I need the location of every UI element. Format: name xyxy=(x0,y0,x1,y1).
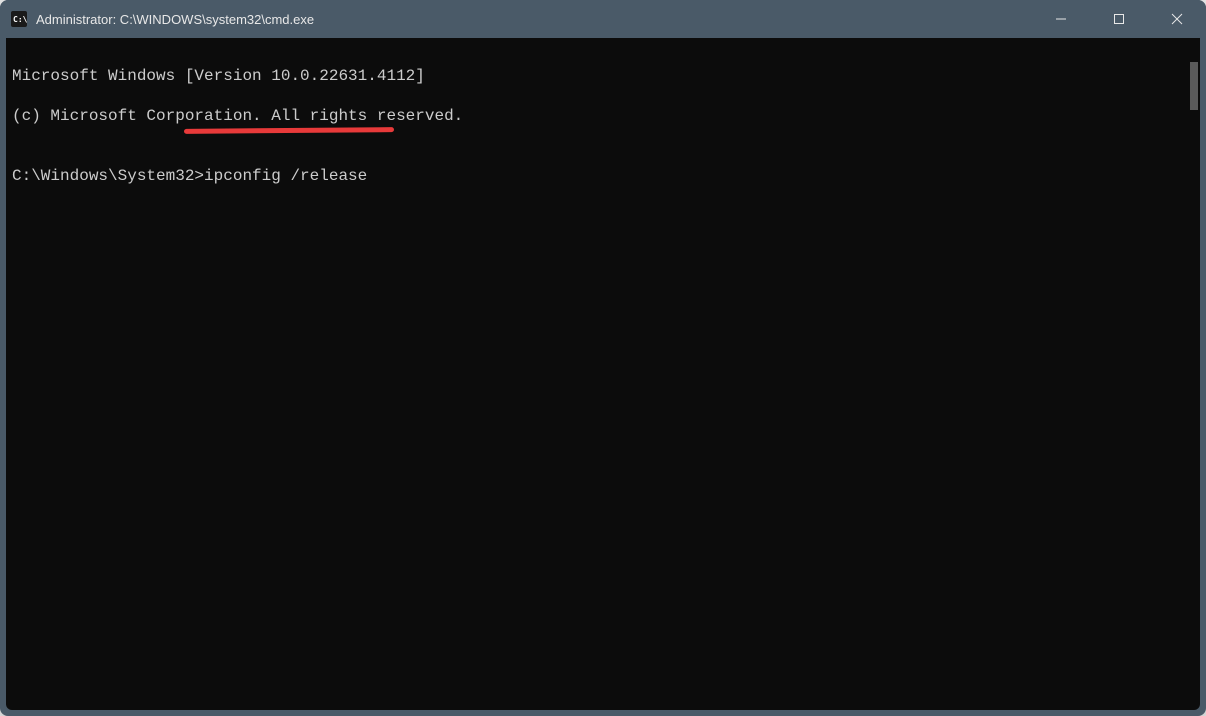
red-underline-annotation xyxy=(184,127,394,134)
terminal-area[interactable]: Microsoft Windows [Version 10.0.22631.41… xyxy=(6,38,1200,710)
terminal-content[interactable]: Microsoft Windows [Version 10.0.22631.41… xyxy=(6,38,1186,710)
terminal-line-version: Microsoft Windows [Version 10.0.22631.41… xyxy=(12,66,1180,86)
terminal-line-copyright: (c) Microsoft Corporation. All rights re… xyxy=(12,106,1180,126)
window-title: Administrator: C:\WINDOWS\system32\cmd.e… xyxy=(36,12,314,27)
terminal-command: ipconfig /release xyxy=(204,167,367,185)
minimize-button[interactable] xyxy=(1032,0,1090,38)
maximize-button[interactable] xyxy=(1090,0,1148,38)
scrollbar-thumb[interactable] xyxy=(1190,62,1198,110)
window-controls xyxy=(1032,0,1206,38)
titlebar[interactable]: C:\ Administrator: C:\WINDOWS\system32\c… xyxy=(0,0,1206,38)
svg-text:C:\: C:\ xyxy=(13,15,27,24)
cmd-window: C:\ Administrator: C:\WINDOWS\system32\c… xyxy=(0,0,1206,716)
close-button[interactable] xyxy=(1148,0,1206,38)
cmd-icon: C:\ xyxy=(10,10,28,28)
terminal-prompt: C:\Windows\System32> xyxy=(12,167,204,185)
terminal-prompt-line: C:\Windows\System32>ipconfig /release xyxy=(12,166,1180,186)
scrollbar-track[interactable] xyxy=(1186,38,1200,710)
